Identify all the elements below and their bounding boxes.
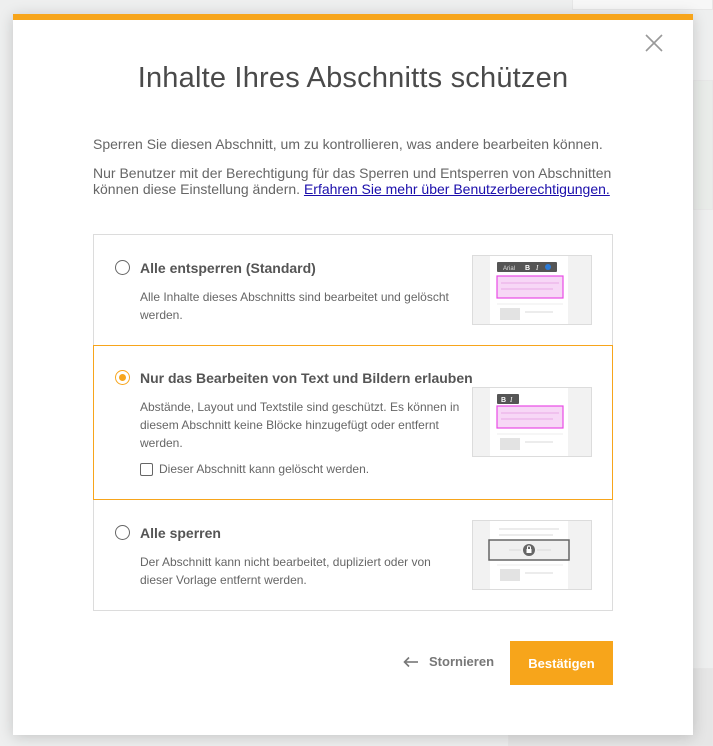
dialog-intro: Sperren Sie diesen Abschnitt, um zu kont… [93,136,633,210]
deletable-checkbox-label: Dieser Abschnitt kann gelöscht werden. [159,462,370,476]
option-title: Alle sperren [140,525,221,541]
preview-thumbnail-unlocked: Arial B I [472,255,592,325]
cancel-button[interactable]: Stornieren [403,654,494,669]
background-card [572,0,713,10]
option-title: Nur das Bearbeiten von Text und Bildern … [140,370,473,386]
radio-allow-text-images[interactable] [115,370,130,385]
radio-lock-all[interactable] [115,525,130,540]
radio-unlock-all[interactable] [115,260,130,275]
deletable-checkbox-row[interactable]: Dieser Abschnitt kann gelöscht werden. [140,462,369,476]
thumb-bold-label: B [501,397,506,404]
option-unlock-all[interactable]: Alle entsperren (Standard) Alle Inhalte … [94,235,612,346]
close-button[interactable] [643,32,665,54]
option-title: Alle entsperren (Standard) [140,260,316,276]
option-allow-text-images[interactable]: Nur das Bearbeiten von Text und Bildern … [93,345,613,500]
arrow-left-icon [403,656,418,667]
deletable-checkbox[interactable] [140,462,153,476]
dialog-accent-bar [13,14,693,20]
background-image [693,80,713,210]
cancel-label: Stornieren [429,654,495,669]
preview-thumbnail-partial: B I [472,387,592,457]
lock-options: Alle entsperren (Standard) Alle Inhalte … [93,234,613,611]
option-lock-all[interactable]: Alle sperren Der Abschnitt kann nicht be… [94,500,612,611]
preview-thumbnail-locked [472,520,592,590]
intro-text-1: Sperren Sie diesen Abschnitt, um zu kont… [93,136,603,152]
close-icon [645,34,663,52]
option-description: Abstände, Layout und Textstile sind gesc… [140,400,460,450]
thumb-bold-label: B [525,265,530,272]
protect-section-dialog: Inhalte Ihres Abschnitts schützen Sperre… [13,14,693,735]
thumb-font-label: Arial [503,266,515,272]
option-description: Alle Inhalte dieses Abschnitts sind bear… [140,290,449,322]
permissions-help-link[interactable]: Erfahren Sie mehr über Benutzerberechtig… [304,181,610,197]
option-description: Der Abschnitt kann nicht bearbeitet, dup… [140,555,431,587]
dialog-title: Inhalte Ihres Abschnitts schützen [137,62,569,94]
intro-text-2: Nur Benutzer mit der Berechtigung für da… [93,165,633,197]
confirm-button[interactable]: Bestätigen [510,641,613,685]
